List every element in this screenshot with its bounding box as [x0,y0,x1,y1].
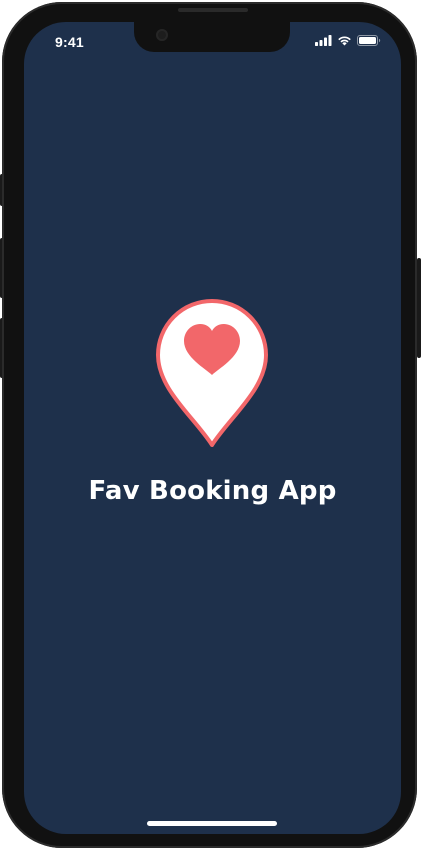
cellular-signal-icon [315,35,332,46]
app-title: Fav Booking App [88,476,337,506]
status-time: 9:41 [55,34,84,50]
device-frame: 9:41 Fav Booking App [0,0,421,852]
app-screen: 9:41 Fav Booking App [24,22,401,834]
battery-icon [357,35,381,46]
home-indicator[interactable] [147,821,277,826]
speaker-grille [178,8,248,12]
notch [134,22,290,52]
front-camera [156,29,168,41]
app-logo [154,297,270,447]
location-pin-heart-icon [156,299,268,447]
power-button [417,258,421,358]
wifi-icon [338,36,351,46]
status-icons [315,35,381,46]
phone-body: 9:41 Fav Booking App [2,2,417,848]
